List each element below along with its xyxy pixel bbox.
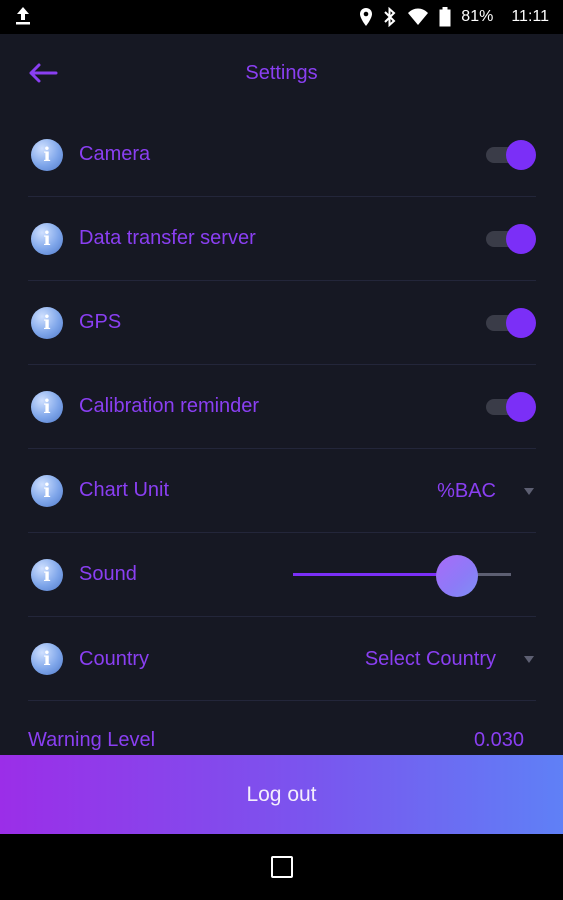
wifi-icon xyxy=(407,8,429,26)
warning-level-value[interactable]: 0.030 xyxy=(474,729,524,752)
calibration-toggle[interactable] xyxy=(486,392,536,422)
location-icon xyxy=(359,7,373,27)
setting-row-calibration: i Calibration reminder xyxy=(28,365,536,449)
setting-label-calibration: Calibration reminder xyxy=(79,395,260,417)
warning-level-label: Warning Level xyxy=(28,728,156,751)
chevron-down-icon xyxy=(524,655,534,663)
info-icon[interactable]: i xyxy=(31,390,63,423)
setting-row-camera: i Camera xyxy=(28,113,536,197)
setting-label-sound: Sound xyxy=(79,563,137,585)
info-icon[interactable]: i xyxy=(31,306,63,339)
info-icon[interactable]: i xyxy=(31,222,63,255)
recent-apps-button[interactable] xyxy=(270,856,293,878)
clock: 11:11 xyxy=(511,8,549,25)
slider-fill xyxy=(293,573,457,576)
gps-toggle[interactable] xyxy=(486,308,536,338)
info-icon[interactable]: i xyxy=(31,138,63,171)
app-header: Settings xyxy=(0,34,563,114)
settings-screen: Settings i Camera i Data transfer server… xyxy=(0,34,563,834)
chart-unit-dropdown[interactable]: %BAC xyxy=(437,449,536,533)
toggle-thumb xyxy=(506,308,536,338)
info-icon[interactable]: i xyxy=(31,558,63,591)
setting-label-data-transfer: Data transfer server xyxy=(79,227,256,249)
setting-label-chart-unit: Chart Unit xyxy=(79,479,170,501)
toggle-thumb xyxy=(506,140,536,170)
setting-row-gps: i GPS xyxy=(28,281,536,365)
logout-button[interactable]: Log out xyxy=(0,755,563,834)
bluetooth-icon xyxy=(383,7,397,27)
camera-toggle[interactable] xyxy=(486,140,536,170)
setting-row-chart-unit: i Chart Unit %BAC xyxy=(28,449,536,533)
info-icon[interactable]: i xyxy=(31,643,63,675)
battery-icon xyxy=(439,7,451,27)
data-transfer-toggle[interactable] xyxy=(486,224,536,254)
country-dropdown[interactable]: Select Country xyxy=(365,617,536,701)
setting-row-data-transfer: i Data transfer server xyxy=(28,197,536,281)
upload-icon xyxy=(14,4,32,31)
chevron-down-icon xyxy=(524,487,534,495)
warning-level-row: Warning Level 0.030 xyxy=(28,722,536,758)
slider-thumb[interactable] xyxy=(435,555,478,597)
setting-label-gps: GPS xyxy=(79,311,122,333)
setting-label-camera: Camera xyxy=(79,143,151,165)
battery-percent: 81% xyxy=(461,8,494,25)
setting-label-country: Country xyxy=(79,647,150,670)
page-title: Settings xyxy=(245,62,318,84)
chart-unit-value: %BAC xyxy=(437,479,496,502)
status-bar: 81% 11:11 xyxy=(0,0,563,34)
toggle-thumb xyxy=(506,224,536,254)
country-value: Select Country xyxy=(364,647,496,670)
toggle-thumb xyxy=(506,392,536,422)
setting-row-sound: i Sound xyxy=(28,533,536,617)
sound-slider[interactable] xyxy=(293,555,513,597)
setting-row-country: i Country Select Country xyxy=(28,617,536,701)
info-icon[interactable]: i xyxy=(31,474,63,507)
divider xyxy=(28,700,536,701)
system-nav-bar xyxy=(0,834,563,900)
